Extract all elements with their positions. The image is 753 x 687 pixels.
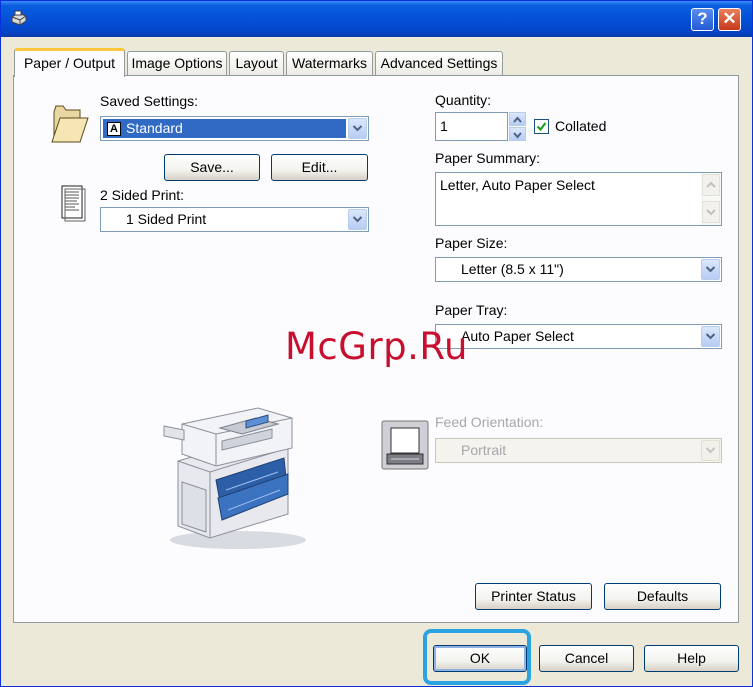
- tab-paper-output[interactable]: Paper / Output: [14, 48, 125, 77]
- paper-tray-orientation-icon: [381, 420, 429, 470]
- spin-up-icon[interactable]: [509, 112, 526, 126]
- tab-image-options[interactable]: Image Options: [127, 51, 227, 75]
- title-close-button[interactable]: ✕: [718, 8, 741, 31]
- saved-settings-label: Saved Settings:: [100, 93, 199, 109]
- tab-advanced-settings[interactable]: Advanced Settings: [375, 51, 503, 75]
- help-button[interactable]: Help: [644, 645, 739, 672]
- paper-size-label: Paper Size:: [435, 235, 508, 251]
- quantity-value: 1: [440, 118, 448, 134]
- document-icon: [61, 185, 86, 222]
- two-sided-print-value: 1 Sided Print: [126, 211, 207, 227]
- paper-summary-label: Paper Summary:: [435, 150, 541, 166]
- watermark-text: McGrp.Ru: [285, 325, 468, 368]
- scroll-up-icon[interactable]: [702, 174, 720, 196]
- paper-size-value: Letter (8.5 x 11"): [461, 261, 564, 277]
- collated-checkbox[interactable]: [534, 119, 549, 134]
- ok-button-highlight: [423, 629, 531, 685]
- two-sided-print-dropdown[interactable]: 1 Sided Print: [100, 207, 369, 232]
- summary-scrollbar[interactable]: [701, 173, 721, 225]
- paper-summary-value: Letter, Auto Paper Select: [440, 177, 595, 193]
- feed-orientation-label: Feed Orientation:: [435, 414, 544, 430]
- save-settings-button[interactable]: Save...: [164, 154, 260, 181]
- saved-settings-value: Standard: [126, 120, 183, 136]
- paper-summary-box: Letter, Auto Paper Select: [435, 172, 722, 226]
- two-sided-print-label: 2 Sided Print:: [100, 187, 185, 203]
- scroll-down-icon[interactable]: [702, 201, 720, 223]
- printer-properties-dialog: ? ✕ Paper / Output Image Options Layout …: [0, 0, 753, 687]
- paper-tray-label: Paper Tray:: [435, 302, 508, 318]
- paper-tray-dropdown[interactable]: Auto Paper Select: [435, 324, 722, 349]
- quantity-spinner[interactable]: [509, 112, 526, 141]
- two-sided-chevron-down-icon[interactable]: [348, 209, 367, 230]
- title-help-button[interactable]: ?: [691, 8, 714, 31]
- printer-status-button[interactable]: Printer Status: [475, 583, 592, 610]
- standard-badge-icon: A: [107, 122, 121, 136]
- paper-size-chevron-down-icon[interactable]: [701, 259, 720, 280]
- collated-label[interactable]: Collated: [555, 118, 606, 134]
- paper-tray-value: Auto Paper Select: [461, 328, 574, 344]
- printer-illustration-icon: [163, 407, 306, 549]
- saved-settings-dropdown[interactable]: A Standard: [100, 116, 369, 141]
- quantity-input[interactable]: 1: [435, 112, 508, 141]
- saved-settings-chevron-down-icon[interactable]: [348, 118, 367, 139]
- spin-down-icon[interactable]: [509, 127, 526, 141]
- feed-orientation-chevron-down-icon: [701, 440, 720, 461]
- quantity-label: Quantity:: [435, 92, 492, 108]
- printer-icon: [11, 10, 27, 26]
- checkmark-icon: [536, 122, 547, 132]
- feed-orientation-value: Portrait: [461, 442, 507, 458]
- folder-icon: [51, 105, 89, 143]
- title-bar[interactable]: ? ✕: [1, 1, 752, 37]
- feed-orientation-dropdown: Portrait: [435, 438, 722, 463]
- edit-settings-button[interactable]: Edit...: [271, 154, 368, 181]
- tab-layout[interactable]: Layout: [229, 51, 284, 75]
- paper-tray-chevron-down-icon[interactable]: [701, 326, 720, 347]
- cancel-button[interactable]: Cancel: [539, 645, 634, 672]
- defaults-button[interactable]: Defaults: [604, 583, 721, 610]
- tab-watermarks[interactable]: Watermarks: [286, 51, 373, 75]
- paper-size-dropdown[interactable]: Letter (8.5 x 11"): [435, 257, 722, 282]
